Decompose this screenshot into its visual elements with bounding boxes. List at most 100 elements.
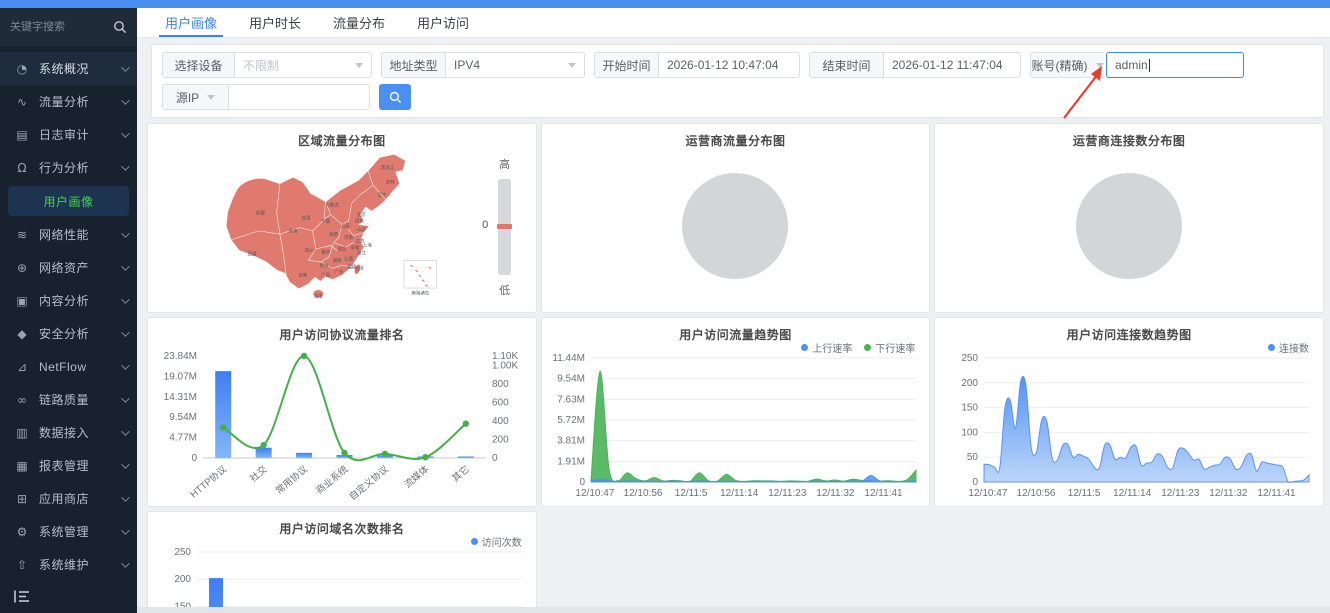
address-type-select[interactable]: IPV4 (445, 52, 585, 78)
svg-text:3.81M: 3.81M (557, 436, 585, 447)
svg-text:1.91M: 1.91M (557, 456, 585, 467)
svg-text:宁夏: 宁夏 (321, 218, 330, 224)
svg-text:12/11:23: 12/11:23 (768, 488, 807, 499)
tab-bar: 用户画像用户时长流量分布用户访问 (137, 8, 1330, 38)
legend-dot (471, 538, 478, 545)
sidebar-search[interactable] (0, 8, 137, 46)
sidebar-item-content-analysis[interactable]: ▣内容分析 (0, 284, 137, 317)
security-analysis-icon: ◆ (14, 327, 30, 341)
sidebar-item-security-analysis[interactable]: ◆安全分析 (0, 317, 137, 350)
search-icon (389, 91, 402, 104)
svg-text:4.77M: 4.77M (169, 433, 197, 444)
sidebar: ◔系统概况∿流量分析▤日志审计Ω行为分析用户画像≋网络性能⊕网络资产▣内容分析◆… (0, 8, 137, 613)
svg-text:12/10:56: 12/10:56 (623, 488, 662, 499)
account-group: 账号(精确) admin (1030, 52, 1244, 78)
legend-label: 访问次数 (482, 534, 522, 549)
horizontal-scrollbar[interactable] (137, 607, 1330, 613)
sidebar-item-network-performance[interactable]: ≋网络性能 (0, 218, 137, 251)
tab-user-profile[interactable]: 用户画像 (149, 8, 233, 37)
system-maintenance-icon: ⇧ (14, 558, 30, 572)
svg-text:12/11:5: 12/11:5 (1068, 488, 1101, 499)
visualmap-slider[interactable]: 高 0 低 (482, 156, 528, 298)
svg-text:辽宁: 辽宁 (377, 192, 386, 199)
network-assets-icon: ⊕ (14, 261, 30, 275)
start-time-input[interactable]: 2026-01-12 10:47:04 (658, 52, 800, 78)
svg-text:新疆: 新疆 (256, 210, 265, 217)
sidebar-item-system-maintenance[interactable]: ⇧系统维护 (0, 548, 137, 579)
chevron-down-icon (121, 129, 129, 137)
src-ip-input[interactable] (228, 84, 370, 110)
traffic-trend-chart[interactable]: 11.44M9.54M7.63M5.72M3.81M1.91M012/10:47… (545, 352, 928, 502)
behavior-analysis-icon: Ω (14, 161, 30, 175)
legend-label: 上行速率 (812, 340, 852, 355)
start-time-label: 开始时间 (594, 52, 658, 78)
svg-text:250: 250 (174, 547, 191, 558)
collapse-sidebar-icon[interactable] (14, 590, 30, 603)
svg-text:50: 50 (967, 452, 979, 463)
sidebar-item-link-quality[interactable]: ∞链路质量 (0, 383, 137, 416)
sidebar-item-system-overview[interactable]: ◔系统概况 (0, 52, 137, 85)
visualmap-low-label: 低 (482, 282, 528, 298)
sidebar-item-system-management[interactable]: ⚙系统管理 (0, 515, 137, 548)
account-field-selector[interactable]: 账号(精确) (1030, 52, 1104, 78)
sidebar-item-user-profile[interactable]: 用户画像 (8, 186, 129, 216)
data-access-icon: ▥ (14, 426, 30, 440)
panel-connections-trend: 连接数 用户访问连接数趋势图 25020015010050012/10:4712… (934, 317, 1324, 507)
search-icon[interactable] (113, 20, 127, 34)
account-input[interactable]: admin (1106, 52, 1244, 78)
svg-text:12/11:14: 12/11:14 (1113, 488, 1152, 499)
connections-trend-chart[interactable]: 25020015010050012/10:4712/10:5612/11:512… (938, 352, 1321, 502)
svg-text:西藏: 西藏 (248, 250, 257, 257)
end-time-input[interactable]: 2026-01-12 11:47:04 (883, 52, 1021, 78)
svg-text:5.72M: 5.72M (557, 415, 585, 426)
chevron-down-icon (121, 262, 129, 270)
svg-text:11.44M: 11.44M (552, 353, 585, 364)
keyword-search-input[interactable] (10, 21, 113, 33)
chevron-down-icon (121, 63, 129, 71)
china-map[interactable]: 新疆西藏青海甘肃宁夏内蒙古黑龙江吉林辽宁北京河北山西山东陕西河南江苏上海安徽湖北… (174, 146, 474, 306)
link-quality-icon: ∞ (14, 393, 30, 407)
chart-legend[interactable]: 上行速率 下行速率 (789, 340, 915, 355)
svg-text:常用协议: 常用协议 (273, 463, 310, 497)
sidebar-item-behavior-analysis[interactable]: Ω行为分析 (0, 151, 137, 184)
svg-text:社交: 社交 (247, 463, 270, 485)
address-type-group: 地址类型 IPV4 (381, 52, 585, 78)
domain-ranking-chart[interactable]: 250200150100500 (151, 546, 534, 613)
visualmap-value: 0 (482, 219, 488, 231)
tab-user-duration[interactable]: 用户时长 (233, 8, 317, 37)
search-button[interactable] (379, 84, 411, 110)
src-ip-field-selector[interactable]: 源IP (162, 84, 228, 110)
svg-text:0: 0 (973, 477, 979, 488)
svg-text:湖南: 湖南 (333, 257, 342, 264)
sidebar-item-log-audit[interactable]: ▤日志审计 (0, 118, 137, 151)
tab-traffic-distribution[interactable]: 流量分布 (317, 8, 401, 37)
protocol-combo-chart[interactable]: 23.84M19.07M14.31M9.54M4.77M01.10K1.00K8… (151, 340, 534, 504)
svg-text:200: 200 (492, 434, 509, 445)
svg-text:江西: 江西 (344, 255, 353, 262)
sidebar-item-app-store[interactable]: ⊞应用商店 (0, 482, 137, 515)
svg-text:贵州: 贵州 (320, 262, 329, 269)
sidebar-item-netflow[interactable]: ⊿NetFlow (0, 350, 137, 383)
sidebar-item-data-access[interactable]: ▥数据接入 (0, 416, 137, 449)
svg-text:100: 100 (962, 427, 979, 438)
svg-text:河南: 河南 (344, 234, 353, 240)
empty-pie-placeholder (1076, 173, 1182, 279)
visualmap-track[interactable]: 0 (498, 179, 511, 275)
svg-text:四川: 四川 (305, 248, 314, 253)
sidebar-item-report-management[interactable]: ▦报表管理 (0, 449, 137, 482)
chart-legend[interactable]: 连接数 (1256, 340, 1309, 355)
svg-text:12/10:47: 12/10:47 (969, 488, 1008, 499)
app-store-icon: ⊞ (14, 492, 30, 506)
svg-text:山东: 山东 (357, 226, 366, 233)
sidebar-item-network-assets[interactable]: ⊕网络资产 (0, 251, 137, 284)
system-overview-icon: ◔ (14, 62, 30, 76)
visualmap-handle[interactable] (497, 224, 512, 229)
svg-text:广东: 广东 (334, 268, 343, 275)
report-management-icon: ▦ (14, 459, 30, 473)
end-time-label: 结束时间 (809, 52, 883, 78)
chart-legend[interactable]: 访问次数 (459, 534, 522, 549)
device-select[interactable]: 不限制 (234, 52, 372, 78)
svg-text:北京: 北京 (357, 211, 366, 218)
tab-user-access[interactable]: 用户访问 (401, 8, 485, 37)
sidebar-item-traffic-analysis[interactable]: ∿流量分析 (0, 85, 137, 118)
